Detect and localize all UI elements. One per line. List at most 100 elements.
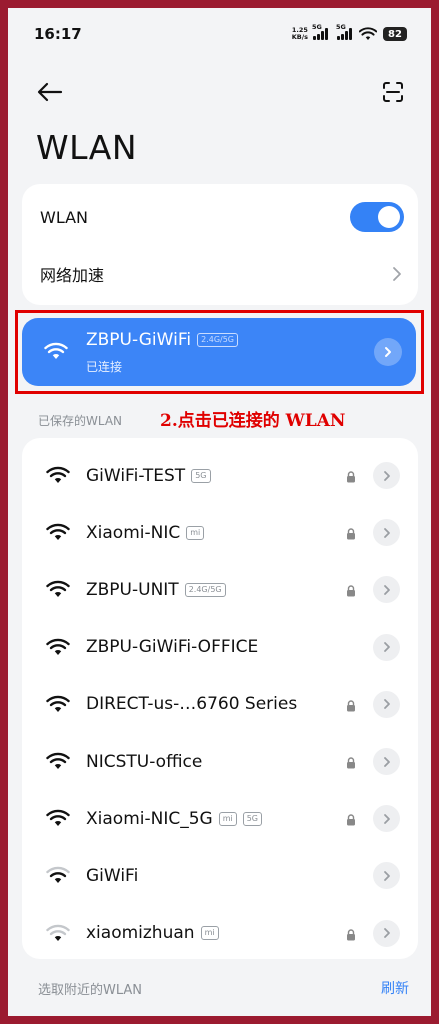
network-name-wrap: Xiaomi-NIC_5G mi 5G xyxy=(86,790,263,847)
network-name: Xiaomi-NIC_5G xyxy=(86,808,213,829)
network-name: NICSTU-office xyxy=(86,751,203,772)
chevron-right-icon xyxy=(383,584,390,595)
refresh-button[interactable]: 刷新 xyxy=(381,978,409,998)
network-name-wrap: NICSTU-office xyxy=(86,733,202,790)
network-name-wrap: GiWiFi xyxy=(86,847,138,904)
saved-networks-header: 已保存的WLAN xyxy=(38,414,123,428)
network-tag: 2.4G/5G xyxy=(184,582,226,597)
wlan-toggle[interactable] xyxy=(350,202,404,232)
network-name: Xiaomi-NIC xyxy=(86,522,181,543)
network-accelerate-row[interactable]: 网络加速 xyxy=(22,245,418,303)
back-button[interactable] xyxy=(32,76,68,108)
wlan-settings-card: WLAN 网络加速 xyxy=(22,184,418,305)
network-detail-button[interactable] xyxy=(373,748,400,775)
wifi-signal-icon xyxy=(46,638,70,655)
status-time: 16:17 xyxy=(34,25,82,43)
accelerate-label: 网络加速 xyxy=(40,266,105,285)
network-detail-button[interactable] xyxy=(373,576,400,604)
chevron-right-icon xyxy=(383,870,390,881)
network-name: xiaomizhuan xyxy=(86,923,195,944)
network-detail-button[interactable] xyxy=(373,805,400,833)
network-detail-button[interactable] xyxy=(373,862,400,890)
connected-network[interactable]: ZBPU-GiWiFi 2.4G/5G 已连接 xyxy=(22,318,416,386)
lock-icon xyxy=(347,471,355,483)
network-name-wrap: GiWiFi-TEST 5G xyxy=(86,447,211,504)
wifi-status-icon xyxy=(359,27,377,40)
wifi-signal-icon xyxy=(46,809,70,827)
network-tag: 5G xyxy=(242,811,263,826)
chevron-right-icon xyxy=(383,813,390,824)
network-detail-button[interactable] xyxy=(373,462,400,489)
connected-detail-button[interactable] xyxy=(374,338,402,366)
lock-icon xyxy=(347,700,355,712)
lock-icon xyxy=(347,528,355,540)
connected-name-wrap: ZBPU-GiWiFi 2.4G/5G xyxy=(86,330,238,350)
chevron-right-icon xyxy=(383,756,390,767)
chevron-right-icon xyxy=(383,470,390,481)
saved-network-row[interactable]: Xiaomi-NIC mi xyxy=(22,504,418,561)
wifi-signal-icon xyxy=(46,924,70,941)
network-tag: mi xyxy=(186,525,205,540)
network-detail-button[interactable] xyxy=(373,519,400,547)
connected-network-name: ZBPU-GiWiFi xyxy=(86,330,192,350)
status-icons: 1.25 KB/s 5G 5G 82 xyxy=(292,23,407,41)
connected-status: 已连接 xyxy=(86,360,123,374)
scan-button[interactable] xyxy=(377,76,409,108)
lock-icon xyxy=(347,757,355,769)
wifi-signal-icon xyxy=(46,581,70,598)
network-detail-button[interactable] xyxy=(373,633,400,661)
chevron-right-icon xyxy=(393,267,401,281)
chevron-right-icon xyxy=(383,699,390,710)
wifi-signal-icon xyxy=(44,342,68,359)
network-tag: mi xyxy=(200,926,219,941)
saved-network-row[interactable]: GiWiFi-TEST 5G xyxy=(22,447,418,504)
wifi-signal-icon xyxy=(46,752,70,769)
sim2-tag: 5G xyxy=(336,23,346,31)
saved-network-row[interactable]: NICSTU-office xyxy=(22,733,418,790)
sim1-tag: 5G xyxy=(312,23,322,31)
wlan-toggle-row[interactable]: WLAN xyxy=(22,188,418,246)
lock-icon xyxy=(347,928,355,941)
network-tag: mi xyxy=(218,811,237,826)
signal-sim2-icon: 5G xyxy=(336,23,352,40)
network-name-wrap: Xiaomi-NIC mi xyxy=(86,504,205,561)
wifi-signal-icon xyxy=(46,867,70,884)
status-bar: 16:17 1.25 KB/s 5G 5G 82 xyxy=(8,8,431,60)
page-title: WLAN xyxy=(36,128,138,167)
phone-screen: 16:17 1.25 KB/s 5G 5G 82 WLAN WLAN 网络加速 … xyxy=(8,8,431,1016)
saved-networks-card: GiWiFi-TEST 5G Xiaomi-NIC mi ZBPU-UNIT 2.4G/5… xyxy=(22,438,418,959)
chevron-right-icon xyxy=(383,928,390,938)
network-name-wrap: ZBPU-GiWiFi-OFFICE xyxy=(86,619,258,676)
toggle-knob xyxy=(378,206,400,228)
nearby-networks-label: 选取附近的WLAN xyxy=(38,983,143,998)
chevron-right-icon xyxy=(383,527,390,538)
network-name: ZBPU-GiWiFi-OFFICE xyxy=(86,637,259,658)
network-name-wrap: xiaomizhuan mi xyxy=(86,905,219,962)
network-tag: 5G xyxy=(191,468,211,483)
battery-icon: 82 xyxy=(383,27,407,41)
network-name-wrap: DIRECT-us-…6760 Series xyxy=(86,676,297,733)
annotation-text: 2.点击已连接的 WLAN xyxy=(160,411,346,431)
net-speed-unit: KB/s xyxy=(291,33,308,41)
signal-sim1-icon: 5G xyxy=(312,23,328,40)
wifi-signal-icon xyxy=(46,523,70,541)
network-detail-button[interactable] xyxy=(373,919,400,947)
network-name: GiWiFi xyxy=(86,865,139,886)
saved-network-row[interactable]: ZBPU-UNIT 2.4G/5G xyxy=(22,561,418,618)
network-name-wrap: ZBPU-UNIT 2.4G/5G xyxy=(86,561,226,618)
saved-network-row[interactable]: xiaomizhuan mi xyxy=(22,905,418,962)
saved-network-row[interactable]: DIRECT-us-…6760 Series xyxy=(22,676,418,733)
network-name: GiWiFi-TEST xyxy=(86,465,186,486)
saved-network-row[interactable]: Xiaomi-NIC_5G mi 5G xyxy=(22,790,418,847)
chevron-right-icon xyxy=(383,642,390,652)
top-bar xyxy=(8,72,431,112)
network-speed: 1.25 KB/s xyxy=(292,27,308,41)
network-name: ZBPU-UNIT xyxy=(86,579,179,600)
chevron-right-icon xyxy=(385,347,391,357)
wifi-signal-icon xyxy=(46,466,70,483)
saved-network-row[interactable]: GiWiFi xyxy=(22,847,418,904)
saved-network-row[interactable]: ZBPU-GiWiFi-OFFICE xyxy=(22,619,418,676)
scan-icon xyxy=(383,82,403,102)
network-name: DIRECT-us-…6760 Series xyxy=(86,694,298,715)
network-detail-button[interactable] xyxy=(373,690,400,718)
